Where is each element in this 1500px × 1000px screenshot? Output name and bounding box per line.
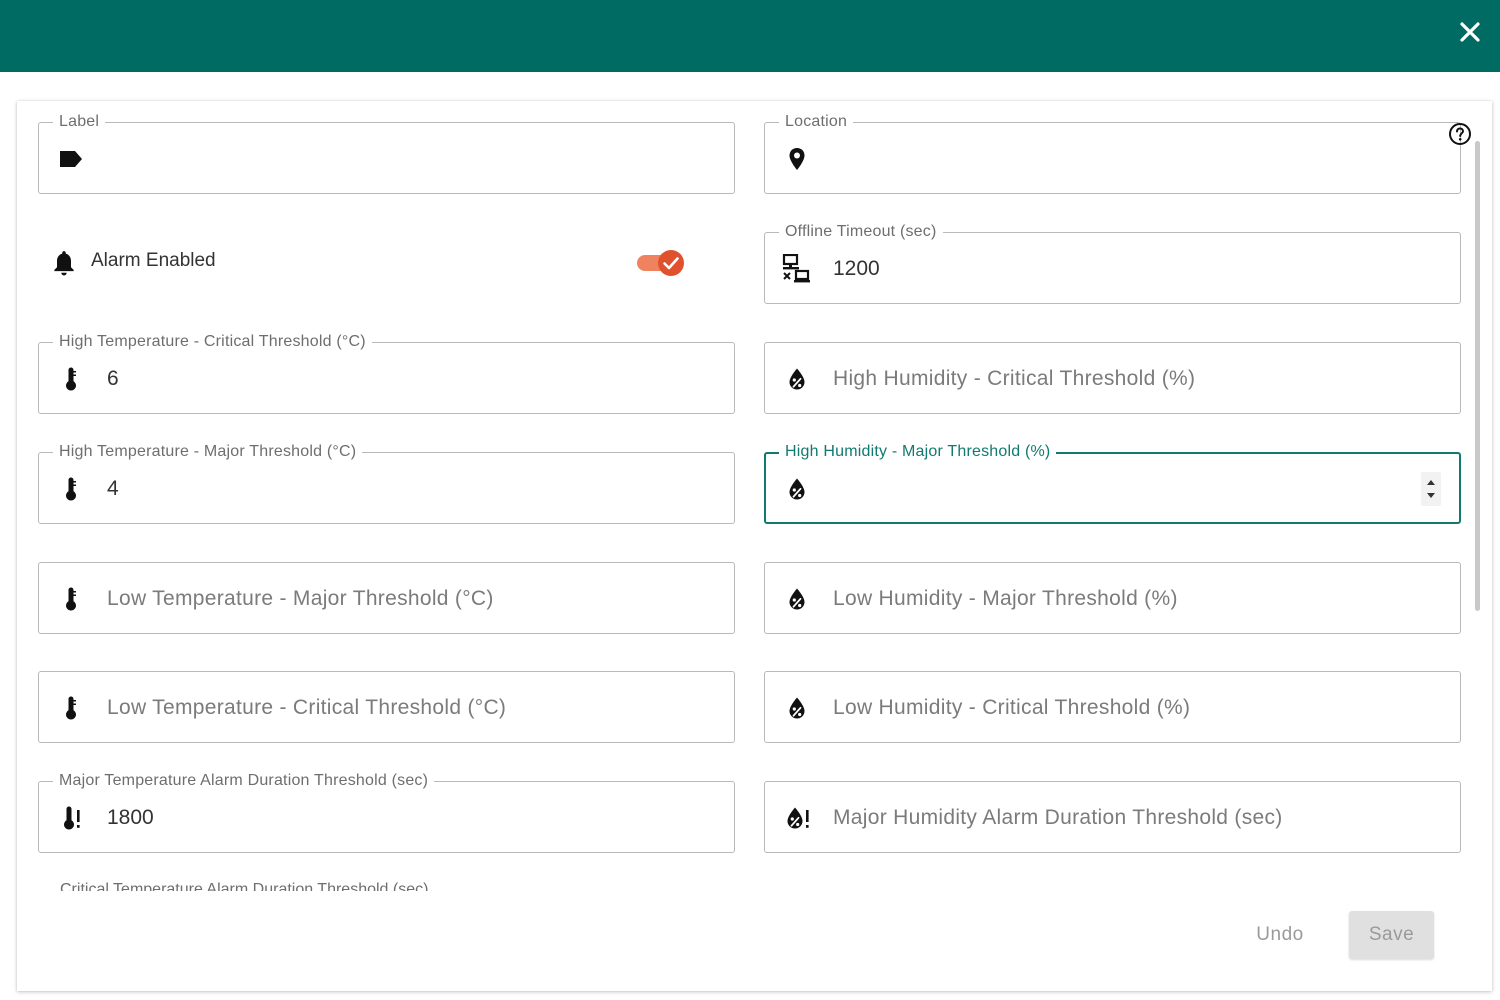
number-spinner[interactable] xyxy=(1421,472,1441,506)
major-temp-duration-value: 1800 xyxy=(107,806,154,829)
high-temp-critical-label: High Temperature - Critical Threshold (°… xyxy=(53,333,372,351)
save-button[interactable]: Save xyxy=(1349,911,1434,959)
undo-button[interactable]: Undo xyxy=(1232,912,1328,958)
high-temp-major-value: 4 xyxy=(107,477,119,500)
alarm-enabled-label: Alarm Enabled xyxy=(91,250,216,271)
scrollbar-thumb[interactable] xyxy=(1475,141,1480,611)
label-field-label: Label xyxy=(53,113,106,131)
high-humidity-critical-placeholder: High Humidity - Critical Threshold (%) xyxy=(833,367,1196,390)
low-temp-major-placeholder: Low Temperature - Major Threshold (°C) xyxy=(107,587,494,610)
help-icon[interactable] xyxy=(1448,122,1472,146)
high-humidity-major-field[interactable]: High Humidity - Major Threshold (%) xyxy=(764,443,1461,524)
low-temp-critical-field[interactable]: Low Temperature - Critical Threshold (°C… xyxy=(38,671,735,743)
low-humidity-major-field[interactable]: Low Humidity - Major Threshold (%) xyxy=(764,562,1461,634)
offline-timeout-label: Offline Timeout (sec) xyxy=(779,223,943,241)
thermometer-alert-icon xyxy=(64,806,80,830)
low-temp-major-field[interactable]: Low Temperature - Major Threshold (°C) xyxy=(38,562,735,634)
thermometer-icon xyxy=(66,587,76,611)
thermometer-icon xyxy=(66,367,76,391)
alarm-enabled-toggle[interactable] xyxy=(637,249,687,277)
settings-card: Label Location Alarm Enabled Offline Tim… xyxy=(17,101,1492,991)
humidity-icon xyxy=(789,697,805,719)
offline-timeout-field[interactable]: Offline Timeout (sec) 1200 xyxy=(764,223,1461,304)
major-temp-duration-label: Major Temperature Alarm Duration Thresho… xyxy=(53,772,435,790)
tag-icon xyxy=(60,151,82,167)
humidity-icon xyxy=(789,478,805,500)
dialog-header xyxy=(0,0,1500,72)
location-field[interactable]: Location xyxy=(764,113,1461,194)
high-temp-critical-field[interactable]: High Temperature - Critical Threshold (°… xyxy=(38,333,735,414)
high-temp-critical-value: 6 xyxy=(107,367,119,390)
alarm-enabled-row: Alarm Enabled xyxy=(39,232,736,292)
humidity-icon xyxy=(789,368,805,390)
humidity-alert-icon xyxy=(787,807,809,829)
location-field-label: Location xyxy=(779,113,854,131)
network-offline-icon xyxy=(782,254,810,283)
major-humidity-duration-field[interactable]: Major Humidity Alarm Duration Threshold … xyxy=(764,781,1461,853)
high-temp-major-field[interactable]: High Temperature - Major Threshold (°C) … xyxy=(38,443,735,524)
close-icon[interactable] xyxy=(1454,16,1486,48)
low-humidity-critical-field[interactable]: Low Humidity - Critical Threshold (%) xyxy=(764,671,1461,743)
thermometer-icon xyxy=(66,477,76,501)
form-scroll-area[interactable]: Label Location Alarm Enabled Offline Tim… xyxy=(17,101,1492,891)
critical-temp-duration-label: Critical Temperature Alarm Duration Thre… xyxy=(60,881,429,891)
label-field[interactable]: Label xyxy=(38,113,735,194)
major-temp-duration-field[interactable]: Major Temperature Alarm Duration Thresho… xyxy=(38,772,735,853)
low-temp-critical-placeholder: Low Temperature - Critical Threshold (°C… xyxy=(107,696,507,719)
thermometer-icon xyxy=(66,696,76,720)
low-humidity-major-placeholder: Low Humidity - Major Threshold (%) xyxy=(833,587,1178,610)
high-humidity-critical-field[interactable]: High Humidity - Critical Threshold (%) xyxy=(764,342,1461,414)
high-temp-major-label: High Temperature - Major Threshold (°C) xyxy=(53,443,363,461)
high-humidity-major-label: High Humidity - Major Threshold (%) xyxy=(779,443,1057,461)
offline-timeout-value: 1200 xyxy=(833,257,880,280)
humidity-icon xyxy=(789,588,805,610)
bell-icon xyxy=(54,251,74,276)
map-pin-icon xyxy=(789,148,805,170)
major-humidity-duration-placeholder: Major Humidity Alarm Duration Threshold … xyxy=(833,806,1283,829)
low-humidity-critical-placeholder: Low Humidity - Critical Threshold (%) xyxy=(833,696,1191,719)
